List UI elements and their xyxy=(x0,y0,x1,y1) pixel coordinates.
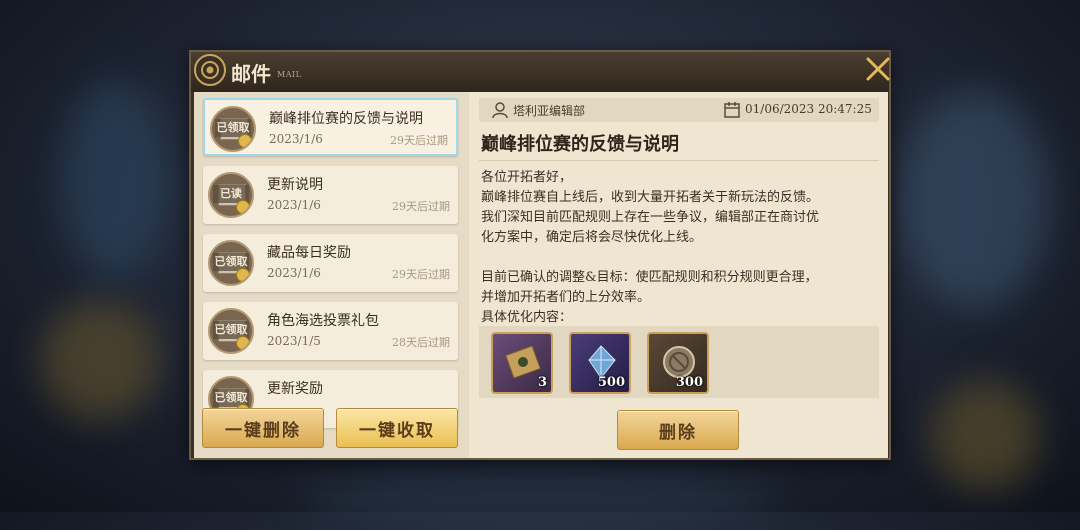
reward-item[interactable]: 500 xyxy=(569,332,631,394)
mail-date: 2023/1/5 xyxy=(267,334,321,348)
mail-body-line: 具体优化内容： xyxy=(481,310,573,325)
mail-dialog: 邮件 MAIL 已领取 巅峰排位赛的反馈与说明 2023/1/6 29天后过期 … xyxy=(189,50,891,460)
mail-meta-bar: 塔利亚编辑部 01/06/2023 20:47:25 xyxy=(479,98,879,122)
dialog-titlebar: 邮件 MAIL xyxy=(191,52,890,92)
envelope-icon: 已领取 xyxy=(210,106,256,152)
delete-button[interactable]: 删除 xyxy=(617,410,739,450)
reward-attachments: 3 500 300 xyxy=(479,326,879,398)
mail-title: 角色海选投票礼包 xyxy=(267,313,379,329)
mail-title: 藏品每日奖励 xyxy=(267,245,351,261)
mail-body-line: 化方案中，确定后将会尽快优化上线。 xyxy=(481,230,703,245)
mail-emblem-icon xyxy=(194,54,226,86)
dialog-subtitle: MAIL xyxy=(277,70,302,79)
background-blur xyxy=(300,470,780,530)
reward-item[interactable]: 300 xyxy=(647,332,709,394)
dialog-title: 邮件 xyxy=(231,62,271,86)
background-blur xyxy=(930,380,1040,490)
mail-detail-panel: 塔利亚编辑部 01/06/2023 20:47:25 巅峰排位赛的反馈与说明 各… xyxy=(469,92,888,458)
mail-expire: 28天后过期 xyxy=(392,336,450,349)
reward-quantity: 3 xyxy=(537,375,547,390)
mail-heading: 巅峰排位赛的反馈与说明 xyxy=(481,134,679,155)
reward-quantity: 500 xyxy=(597,375,625,390)
mail-item[interactable]: 已领取 藏品每日奖励 2023/1/6 29天后过期 xyxy=(203,234,458,292)
mail-body-line: 各位开拓者好， xyxy=(481,170,573,185)
close-icon xyxy=(866,57,890,81)
mail-body-line: 我们深知目前匹配规则上存在一些争议，编辑部正在商讨优 xyxy=(481,210,820,225)
mail-body: 各位开拓者好， 巅峰排位赛自上线后，收到大量开拓者关于新玩法的反馈。 我们深知目… xyxy=(481,168,877,328)
envelope-icon: 已领取 xyxy=(208,240,254,286)
envelope-icon: 已领取 xyxy=(208,308,254,354)
reward-item[interactable]: 3 xyxy=(491,332,553,394)
mail-item[interactable]: 已读 更新说明 2023/1/6 29天后过期 xyxy=(203,166,458,224)
reward-quantity: 300 xyxy=(675,375,703,390)
mail-body-line: 目前已确认的调整&目标：使匹配规则和积分规则更合理， xyxy=(481,270,818,285)
background-blur xyxy=(60,80,170,280)
mail-expire: 29天后过期 xyxy=(392,268,450,281)
close-button[interactable] xyxy=(863,54,893,84)
mail-title: 更新奖励 xyxy=(267,381,323,397)
background-blur xyxy=(900,90,1050,310)
mail-body-line: 巅峰排位赛自上线后，收到大量开拓者关于新玩法的反馈。 xyxy=(481,190,820,205)
mail-title: 巅峰排位赛的反馈与说明 xyxy=(269,111,423,127)
calendar-icon xyxy=(724,102,740,118)
mail-list-panel: 已领取 巅峰排位赛的反馈与说明 2023/1/6 29天后过期 已读 更新说明 … xyxy=(194,92,469,458)
mail-datetime: 01/06/2023 20:47:25 xyxy=(745,102,872,116)
mail-sender: 塔利亚编辑部 xyxy=(513,104,586,118)
delete-all-button[interactable]: 一键删除 xyxy=(202,408,324,448)
mail-body-line: 并增加开拓者们的上分效率。 xyxy=(481,290,651,305)
background-blur xyxy=(40,300,160,420)
mail-item[interactable]: 已领取 角色海选投票礼包 2023/1/5 28天后过期 xyxy=(203,302,458,360)
mail-title: 更新说明 xyxy=(267,177,323,193)
divider xyxy=(479,160,879,161)
mail-date: 2023/1/6 xyxy=(267,198,321,212)
user-icon xyxy=(492,102,508,119)
mail-body-line xyxy=(481,248,877,268)
claim-all-button[interactable]: 一键收取 xyxy=(336,408,458,448)
mail-date: 2023/1/6 xyxy=(267,266,321,280)
mail-expire: 29天后过期 xyxy=(392,200,450,213)
mail-item[interactable]: 已领取 巅峰排位赛的反馈与说明 2023/1/6 29天后过期 xyxy=(203,98,458,156)
mail-list[interactable]: 已领取 巅峰排位赛的反馈与说明 2023/1/6 29天后过期 已读 更新说明 … xyxy=(194,92,469,442)
envelope-icon: 已读 xyxy=(208,172,254,218)
mail-expire: 29天后过期 xyxy=(390,134,448,147)
mail-date: 2023/1/6 xyxy=(269,132,323,146)
